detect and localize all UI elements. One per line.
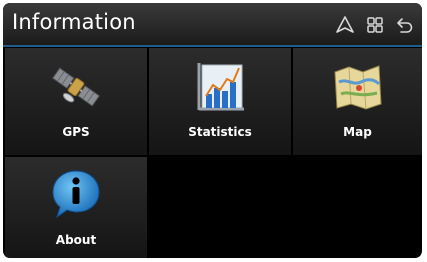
statistics-tile-label: Statistics — [188, 125, 252, 139]
page-title: Information — [12, 10, 136, 34]
info-bubble-icon — [49, 167, 103, 221]
navigation-icon[interactable] — [335, 15, 355, 35]
info-screen: Information GPS Statistics Map About — [3, 3, 422, 258]
back-icon[interactable] — [395, 15, 415, 35]
satellite-icon — [49, 60, 103, 114]
map-tile-label: Map — [343, 125, 372, 139]
gps-tile[interactable]: GPS — [5, 48, 147, 155]
header-bar: Information — [3, 3, 422, 45]
statistics-tile[interactable]: Statistics — [149, 48, 291, 155]
statistics-chart-icon — [193, 60, 247, 114]
gps-tile-label: GPS — [62, 125, 90, 139]
map-tile[interactable]: Map — [293, 48, 422, 155]
map-icon — [331, 60, 385, 114]
about-tile[interactable]: About — [5, 157, 147, 258]
header-divider — [3, 45, 422, 47]
about-tile-label: About — [55, 233, 97, 247]
grid-menu-icon[interactable] — [365, 15, 385, 35]
